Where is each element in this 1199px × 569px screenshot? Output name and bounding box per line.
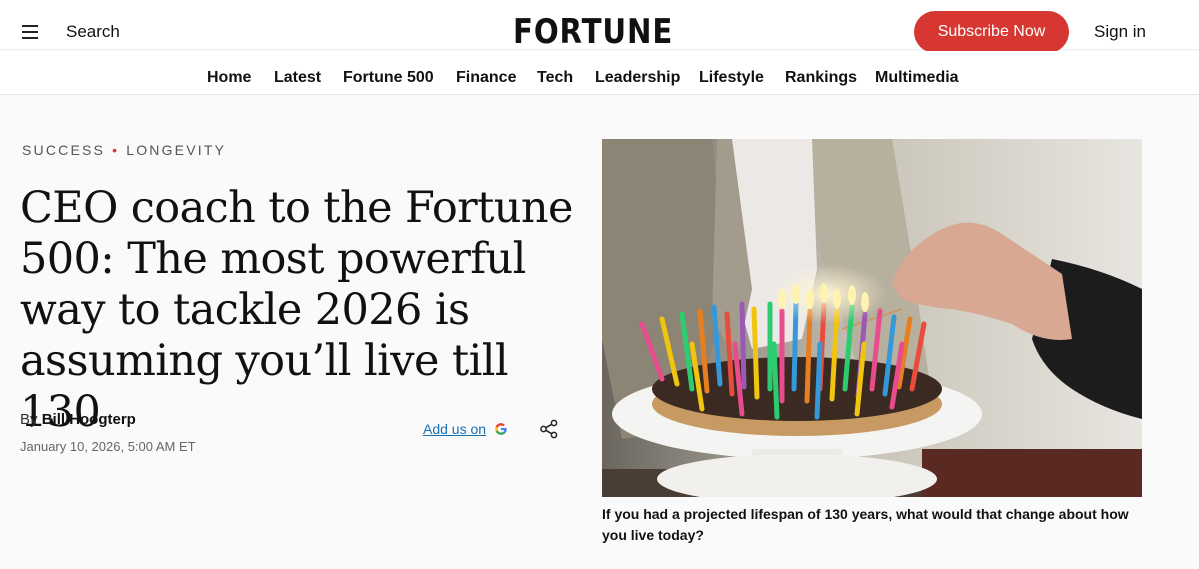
nav-item-lifestyle[interactable]: Lifestyle (699, 69, 764, 87)
kicker-separator: • (112, 142, 120, 158)
kicker-longevity-link[interactable]: LONGEVITY (126, 142, 226, 158)
subscribe-button[interactable]: Subscribe Now (914, 11, 1069, 53)
share-icon[interactable] (539, 419, 559, 439)
byline-prefix: By (20, 411, 38, 428)
nav-item-multimedia[interactable]: Multimedia (875, 69, 959, 87)
article-kicker: SUCCESS • LONGEVITY (22, 142, 226, 158)
nav-item-latest[interactable]: Latest (274, 69, 321, 87)
publish-date: January 10, 2026, 5:00 AM ET (20, 439, 196, 454)
top-bar: Search FORTUNE Subscribe Now Sign in (0, 0, 1199, 53)
nav-item-leadership[interactable]: Leadership (595, 69, 680, 87)
search-link[interactable]: Search (66, 22, 120, 42)
kicker-success-link[interactable]: SUCCESS (22, 142, 105, 158)
fortune-logo[interactable]: FORTUNE (513, 12, 673, 52)
nav-item-finance[interactable]: Finance (456, 69, 516, 87)
image-caption: If you had a projected lifespan of 130 y… (602, 506, 1129, 543)
article-headline: CEO coach to the Fortune 500: The most p… (20, 183, 573, 437)
byline: By Bill Hoogterp (20, 411, 136, 428)
nav-item-rankings[interactable]: Rankings (785, 69, 857, 87)
main-nav: Home Latest Fortune 500 Finance Tech Lea… (0, 51, 1199, 95)
nav-item-home[interactable]: Home (207, 69, 251, 87)
nav-item-fortune-500[interactable]: Fortune 500 (343, 69, 434, 87)
author-link[interactable]: Bill Hoogterp (42, 411, 136, 428)
hero-image (602, 139, 1142, 497)
add-us-on-google-link[interactable]: Add us on (423, 421, 508, 437)
nav-item-tech[interactable]: Tech (537, 69, 573, 87)
signin-link[interactable]: Sign in (1094, 22, 1146, 42)
add-us-label: Add us on (423, 421, 487, 437)
google-icon (495, 423, 507, 435)
menu-icon[interactable] (22, 25, 38, 39)
